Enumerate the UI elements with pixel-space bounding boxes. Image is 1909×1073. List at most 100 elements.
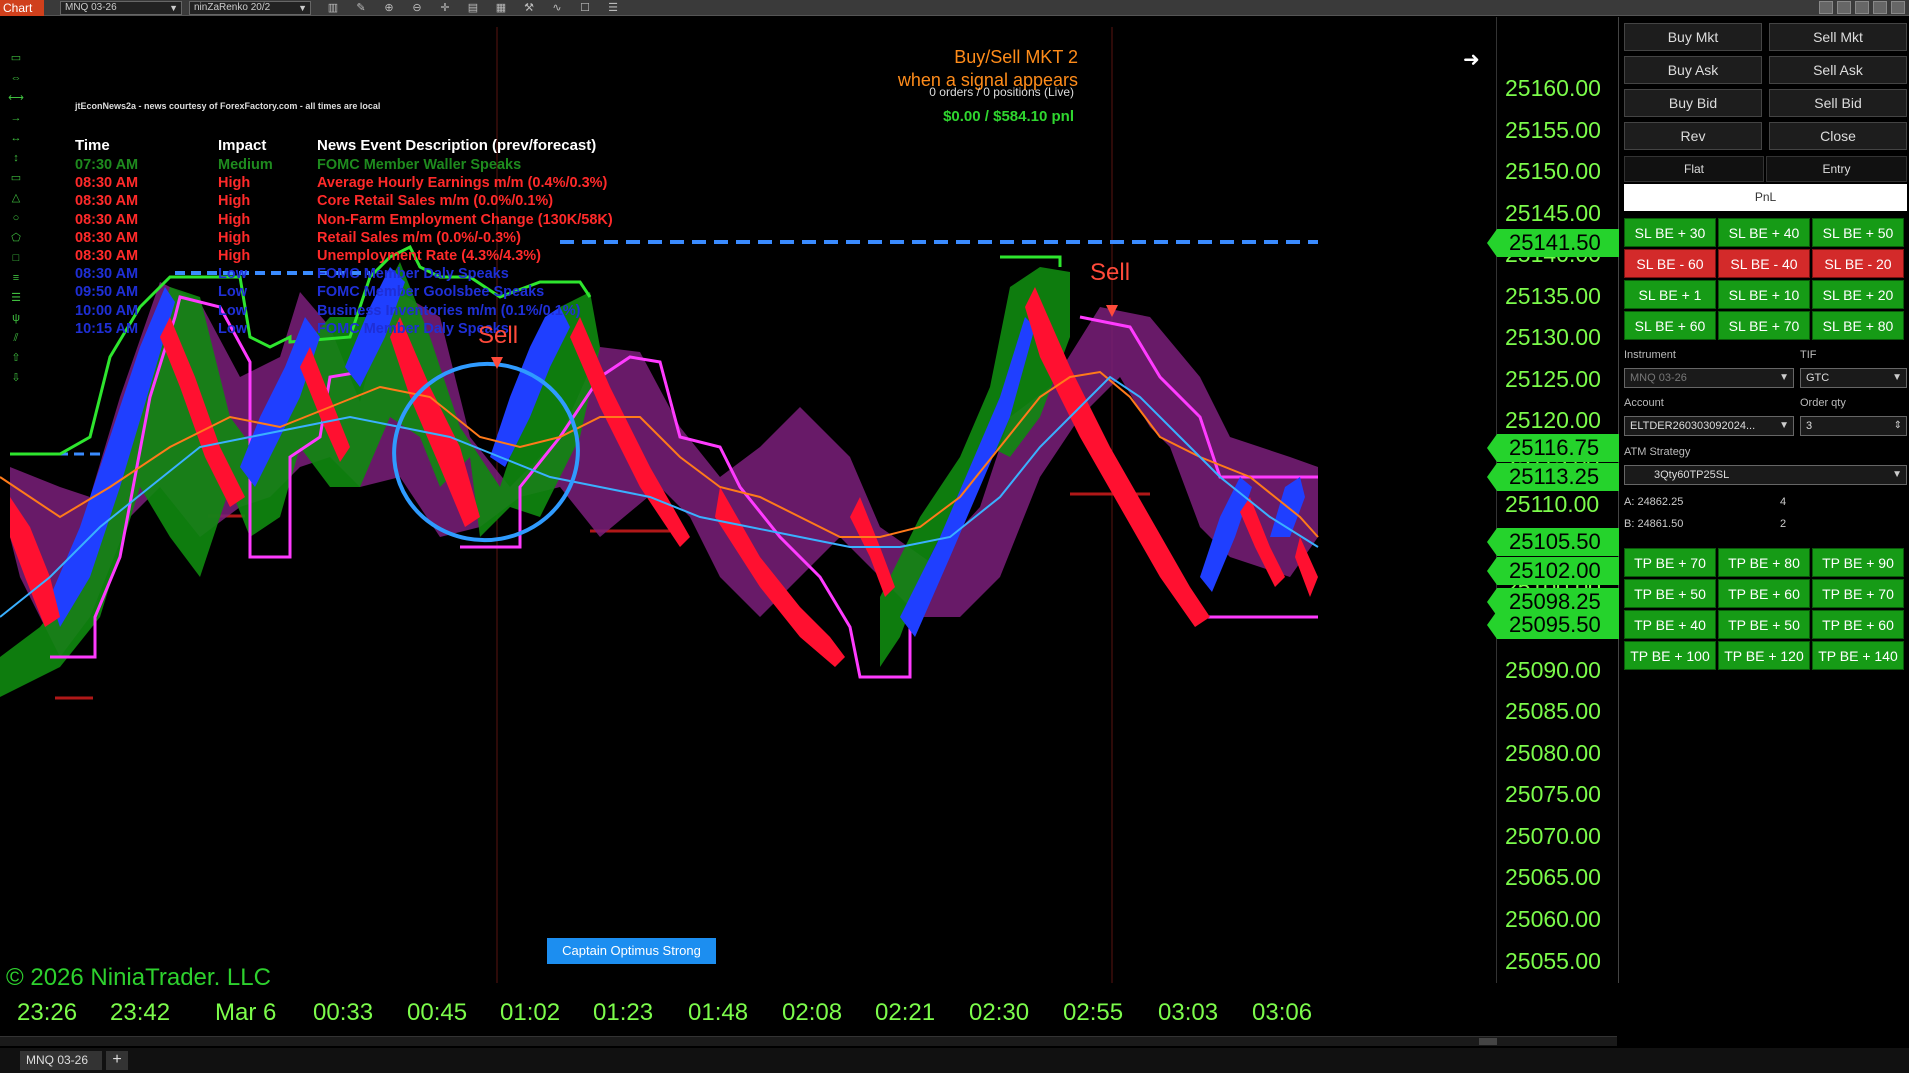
sell-market-button[interactable]: Sell Mkt: [1769, 23, 1907, 51]
news-impact: High: [218, 248, 251, 264]
ruler-icon[interactable]: ▭: [8, 52, 24, 64]
stop-loss-button[interactable]: SL BE + 20: [1812, 280, 1904, 309]
horizontal-scrollbar[interactable]: [0, 1036, 1617, 1046]
flat-tab[interactable]: Flat: [1624, 156, 1764, 182]
instrument-tab[interactable]: MNQ 03-26: [20, 1051, 102, 1070]
strategies-icon[interactable]: ∿: [550, 1, 564, 15]
line-icon[interactable]: ⟷: [8, 92, 24, 104]
zoom-out-icon[interactable]: ⊖: [410, 1, 424, 15]
add-tab-button[interactable]: +: [106, 1051, 128, 1070]
close-icon[interactable]: [1891, 1, 1905, 14]
price-tick-label: 25085.00: [1505, 698, 1601, 725]
take-profit-button[interactable]: TP BE + 90: [1812, 548, 1904, 577]
stop-loss-button[interactable]: SL BE - 60: [1624, 249, 1716, 278]
ray-icon[interactable]: →: [8, 112, 24, 124]
stop-loss-button[interactable]: SL BE + 60: [1624, 311, 1716, 340]
stepper-icon[interactable]: ⇕: [1894, 417, 1902, 435]
region-icon[interactable]: □: [8, 252, 24, 264]
bars-icon[interactable]: ▥: [326, 1, 340, 15]
indicators-icon[interactable]: ⚒: [522, 1, 536, 15]
vertical-line-icon[interactable]: ↕: [8, 152, 24, 164]
order-qty-input[interactable]: 3 ⇕: [1800, 416, 1907, 436]
arrow-down-icon[interactable]: ⇩: [8, 372, 24, 384]
price-axis[interactable]: 25160.0025155.0025150.0025145.0025140.00…: [1487, 17, 1619, 983]
rectangle-icon[interactable]: ▭: [8, 172, 24, 184]
take-profit-button[interactable]: TP BE + 120: [1718, 641, 1810, 670]
extended-line-icon[interactable]: ↔: [8, 132, 24, 144]
buy-market-button[interactable]: Buy Mkt: [1624, 23, 1762, 51]
tif-select[interactable]: GTC ▼: [1800, 368, 1907, 388]
take-profit-button[interactable]: TP BE + 70: [1624, 548, 1716, 577]
atm-strategy-value: 3Qty60TP25SL: [1654, 469, 1730, 481]
crosshair-icon[interactable]: ✛: [438, 1, 452, 15]
close-position-button[interactable]: Close: [1769, 122, 1907, 150]
buy-ask-button[interactable]: Buy Ask: [1624, 56, 1762, 84]
stop-loss-button[interactable]: SL BE - 20: [1812, 249, 1904, 278]
news-time: 08:30 AM: [75, 193, 139, 210]
properties-icon[interactable]: ▤: [466, 1, 480, 15]
pnl-display[interactable]: PnL: [1624, 184, 1907, 211]
tile-icon[interactable]: [1837, 1, 1851, 14]
instrument-selector[interactable]: MNQ 03-26 ▼: [60, 1, 182, 15]
time-tick-label: 02:21: [875, 999, 936, 1026]
take-profit-button[interactable]: TP BE + 60: [1812, 610, 1904, 639]
take-profit-button[interactable]: TP BE + 60: [1718, 579, 1810, 608]
ask-qty: 4: [1780, 496, 1787, 508]
stop-loss-button[interactable]: SL BE - 40: [1718, 249, 1810, 278]
arrow-up-icon[interactable]: ⇧: [8, 352, 24, 364]
data-box-icon[interactable]: ☐: [578, 1, 592, 15]
atm-strategy-select[interactable]: 3Qty60TP25SL ▼: [1624, 465, 1907, 485]
ask-price: A: 24862.25: [1624, 496, 1684, 508]
stop-loss-button[interactable]: SL BE + 70: [1718, 311, 1810, 340]
pencil-icon[interactable]: ✎: [354, 1, 368, 15]
stop-loss-button[interactable]: SL BE + 30: [1624, 218, 1716, 247]
stop-loss-button[interactable]: SL BE + 50: [1812, 218, 1904, 247]
orders-positions: 0 orders / 0 positions (Live): [929, 85, 1074, 99]
time-axis[interactable]: 23:26 23:42 Mar 6 00:33 00:45 01:02 01:23 01:48…: [0, 985, 1617, 1030]
fibonacci-icon[interactable]: ≡: [8, 272, 24, 284]
stop-loss-button[interactable]: SL BE + 10: [1718, 280, 1810, 309]
time-tick-label: 23:42: [110, 999, 171, 1026]
ellipse-icon[interactable]: ○: [8, 212, 24, 224]
chart-tab[interactable]: Chart: [0, 0, 44, 16]
sell-ask-button[interactable]: Sell Ask: [1769, 56, 1907, 84]
risk-reward-icon[interactable]: ⇔: [8, 72, 24, 84]
tif-label: TIF: [1800, 349, 1817, 361]
take-profit-button[interactable]: TP BE + 140: [1812, 641, 1904, 670]
stop-loss-button[interactable]: SL BE + 80: [1812, 311, 1904, 340]
time-tick-label: 00:33: [313, 999, 374, 1026]
take-profit-button[interactable]: TP BE + 50: [1718, 610, 1810, 639]
andrews-pitchfork-icon[interactable]: ψ: [8, 312, 24, 324]
instrument-select[interactable]: MNQ 03-26 ▼: [1624, 368, 1794, 388]
time-tick-label: 03:06: [1252, 999, 1313, 1026]
sell-bid-button[interactable]: Sell Bid: [1769, 89, 1907, 117]
scrollbar-thumb[interactable]: [1479, 1038, 1497, 1045]
stop-loss-button[interactable]: SL BE + 1: [1624, 280, 1716, 309]
reverse-button[interactable]: Rev: [1624, 122, 1762, 150]
fib-extension-icon[interactable]: ☰: [8, 292, 24, 304]
chart-panel[interactable]: ▭ ⇔ ⟷ → ↔ ↕ ▭ △ ○ ⬠ □ ≡ ☰ ψ ⫽ ⇧ ⇩ jtEcon…: [0, 17, 1613, 991]
minimize-icon[interactable]: [1855, 1, 1869, 14]
polygon-icon[interactable]: ⬠: [8, 232, 24, 244]
zoom-in-icon[interactable]: ⊕: [382, 1, 396, 15]
take-profit-button[interactable]: TP BE + 50: [1624, 579, 1716, 608]
buy-bid-button[interactable]: Buy Bid: [1624, 89, 1762, 117]
templates-icon[interactable]: ▦: [494, 1, 508, 15]
price-level-flag: 25095.50: [1487, 610, 1619, 639]
restore-icon[interactable]: [1873, 1, 1887, 14]
take-profit-button[interactable]: TP BE + 80: [1718, 548, 1810, 577]
take-profit-button[interactable]: TP BE + 40: [1624, 610, 1716, 639]
entry-tab[interactable]: Entry: [1766, 156, 1907, 182]
bar-type-selector[interactable]: ninZaRenko 20/2 ▼: [189, 1, 311, 15]
strategy-title: Buy/Sell MKT 2: [954, 47, 1078, 67]
list-icon[interactable]: ☰: [606, 1, 620, 15]
take-profit-button[interactable]: TP BE + 70: [1812, 579, 1904, 608]
trend-channel-icon[interactable]: ⫽: [8, 332, 24, 344]
tile-icon[interactable]: [1819, 1, 1833, 14]
account-select[interactable]: ELTDER260303092024... ▼: [1624, 416, 1794, 436]
strategy-name-badge[interactable]: Captain Optimus Strong: [547, 938, 716, 964]
triangle-icon[interactable]: △: [8, 192, 24, 204]
news-impact: High: [218, 229, 251, 246]
stop-loss-button[interactable]: SL BE + 40: [1718, 218, 1810, 247]
take-profit-button[interactable]: TP BE + 100: [1624, 641, 1716, 670]
